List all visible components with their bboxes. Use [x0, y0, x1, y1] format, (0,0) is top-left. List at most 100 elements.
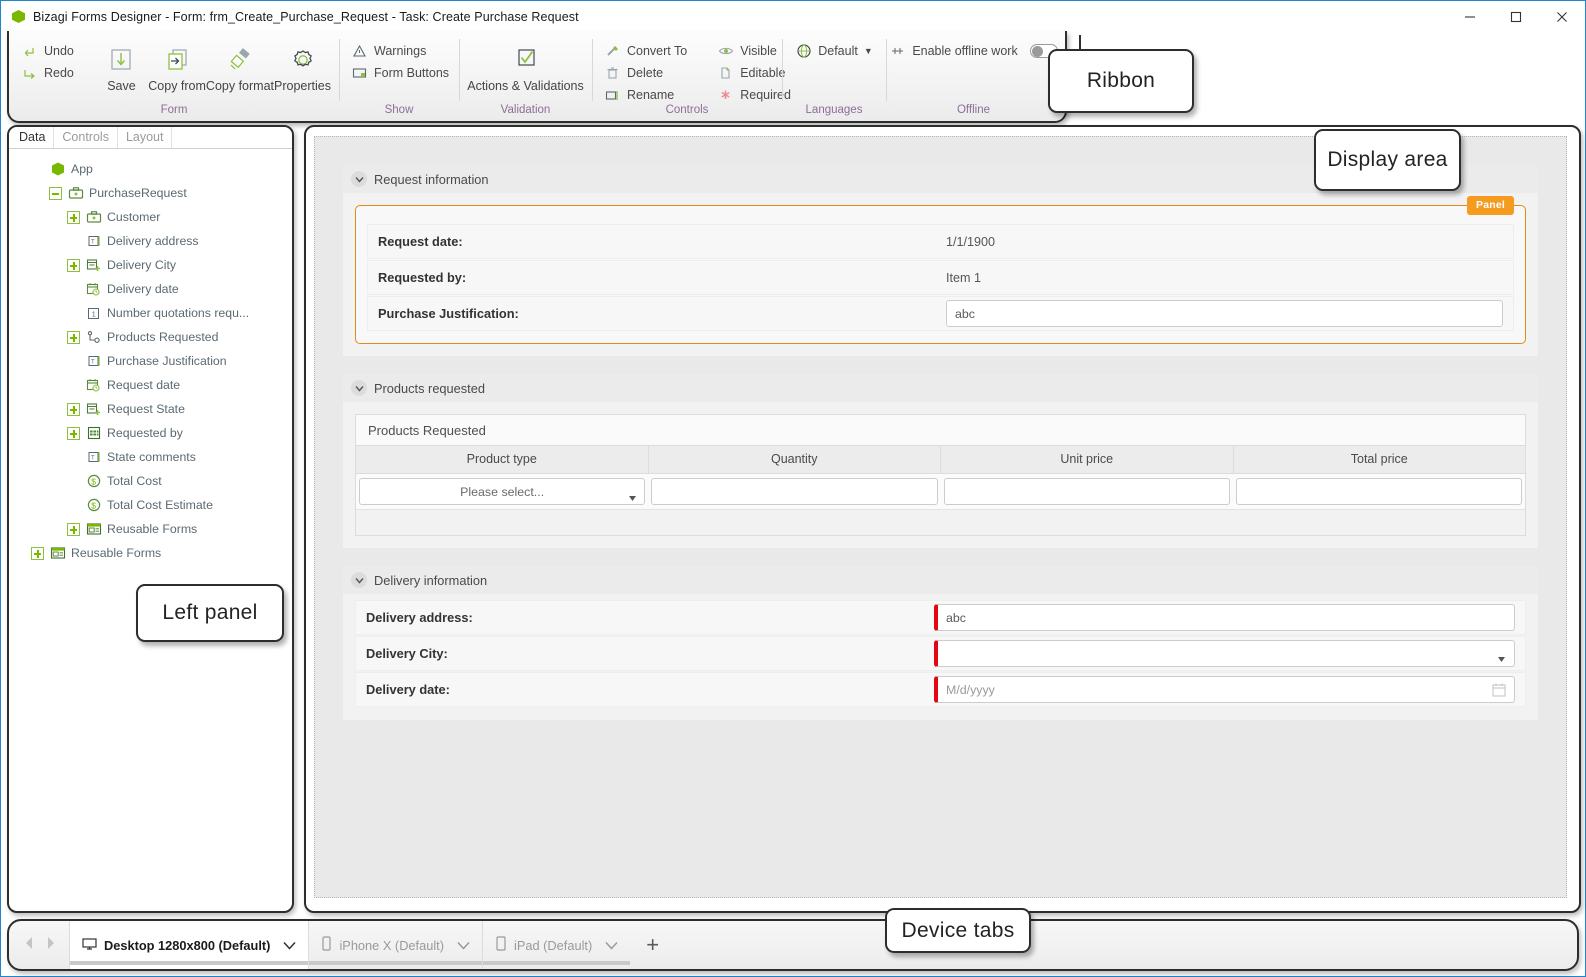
tree-item[interactable]: Reusable Forms	[13, 517, 288, 541]
tree-item[interactable]: Products Requested	[13, 325, 288, 349]
enable-offline-work-toggle[interactable]: Enable offline work	[889, 43, 1058, 59]
field-label: Delivery date:	[366, 682, 450, 697]
close-icon[interactable]	[1539, 2, 1585, 32]
copy-from-label: Copy from	[148, 79, 206, 93]
maximize-icon[interactable]	[1493, 2, 1539, 32]
convert-to-button[interactable]: Convert To	[604, 43, 687, 59]
table-title: Products Requested	[356, 415, 1525, 445]
section-header-delivery-information[interactable]: Delivery information	[343, 566, 1538, 594]
convert-to-icon	[604, 43, 621, 59]
tree-item-label: Requested by	[107, 426, 183, 440]
tree-expand-icon[interactable]	[67, 330, 80, 344]
visible-button[interactable]: Visible	[717, 43, 791, 59]
tree-item[interactable]: Customer	[13, 205, 288, 229]
undo-label: Undo	[44, 44, 74, 58]
rename-label: Rename	[627, 88, 675, 102]
device-tab-ipad[interactable]: iPad (Default)	[482, 921, 631, 969]
field-label: Delivery address:	[366, 610, 473, 625]
tree-expand-icon[interactable]	[67, 402, 80, 416]
tree-item[interactable]: 1 Number quotations requ...	[13, 301, 288, 325]
tree-item[interactable]: Request date	[13, 373, 288, 397]
delivery-date-input[interactable]: M/d/yyyy	[934, 676, 1515, 703]
chevron-down-icon[interactable]	[605, 938, 618, 953]
form-buttons-button[interactable]: Form Buttons	[351, 65, 449, 81]
tree-item[interactable]: $ Total Cost	[13, 469, 288, 493]
tree-item[interactable]: T Purchase Justification	[13, 349, 288, 373]
tree-expand-icon[interactable]	[31, 546, 44, 560]
text-field-icon: T	[85, 233, 102, 249]
actions-validations-label: Actions & Validations	[467, 79, 584, 93]
actions-validations-button[interactable]: Actions & Validations	[467, 39, 584, 93]
tree-expand-icon[interactable]	[67, 426, 80, 440]
chevron-down-icon[interactable]	[283, 938, 296, 953]
purchase-justification-input[interactable]: abc	[946, 300, 1503, 327]
tree-expand-icon[interactable]	[67, 522, 80, 536]
field-row-delivery-address[interactable]: Delivery address: abc	[355, 600, 1526, 635]
tree-item-label: Number quotations requ...	[107, 306, 250, 320]
tree-item[interactable]: PurchaseRequest	[13, 181, 288, 205]
tree-item[interactable]: T Delivery address	[13, 229, 288, 253]
rename-button[interactable]: Rename	[604, 87, 687, 103]
section-delivery-information: Delivery information Delivery address: a…	[343, 566, 1538, 720]
field-row-request-date[interactable]: Request date: 1/1/1900	[367, 224, 1514, 259]
tree-collapse-icon[interactable]	[49, 186, 62, 200]
panel-tag-badge: Panel	[1466, 196, 1514, 215]
delete-button[interactable]: Delete	[604, 65, 687, 81]
tree-expand-icon[interactable]	[67, 210, 80, 224]
tree-item[interactable]: App	[13, 157, 288, 181]
tree-item[interactable]: Request State	[13, 397, 288, 421]
chevron-down-icon[interactable]	[457, 938, 470, 953]
unit-price-input[interactable]	[943, 478, 1230, 505]
tree-item[interactable]: Reusable Forms	[13, 541, 288, 565]
section-title: Request information	[374, 171, 489, 187]
field-row-delivery-city[interactable]: Delivery City:	[355, 636, 1526, 671]
save-button[interactable]: Save	[95, 39, 149, 93]
total-price-input[interactable]	[1235, 478, 1522, 505]
field-row-delivery-date[interactable]: Delivery date: M/d/yyyy	[355, 672, 1526, 707]
device-nav-arrows	[9, 935, 69, 956]
product-type-select[interactable]: Please select...	[359, 478, 646, 505]
copy-from-button[interactable]: Copy from	[148, 39, 206, 93]
tree-item[interactable]: Delivery City	[13, 253, 288, 277]
tab-data[interactable]: Data	[11, 127, 55, 148]
delivery-city-select[interactable]	[934, 640, 1515, 667]
redo-button[interactable]: Redo	[21, 65, 74, 81]
tab-layout[interactable]: Layout	[118, 127, 173, 148]
ribbon-group-show: Warnings Form Buttons Show	[339, 33, 459, 121]
chevron-left-icon[interactable]	[23, 935, 35, 956]
copy-format-button[interactable]: Copy format	[206, 39, 274, 93]
ribbon-group-label-show: Show	[384, 104, 414, 116]
save-icon	[108, 41, 134, 79]
table-footer	[356, 509, 1525, 535]
section-body-delivery-information: Delivery address: abc Delivery City: Del…	[343, 594, 1538, 720]
field-row-requested-by[interactable]: Requested by: Item 1	[367, 260, 1514, 295]
panel-container[interactable]: Panel Request date: 1/1/1900 Requested b…	[355, 196, 1526, 344]
calendar-icon[interactable]	[1492, 682, 1506, 700]
tab-controls[interactable]: Controls	[54, 127, 118, 148]
add-device-tab-button[interactable]: +	[630, 934, 675, 956]
required-button[interactable]: Required	[717, 87, 791, 103]
tree-item[interactable]: Delivery date	[13, 277, 288, 301]
editable-button[interactable]: Editable	[717, 65, 791, 81]
undo-button[interactable]: Undo	[21, 43, 74, 59]
warning-triangle-icon	[351, 43, 368, 59]
cell-unit-price	[941, 478, 1233, 505]
field-row-purchase-justification[interactable]: Purchase Justification: abc	[367, 296, 1514, 331]
tree-expand-icon[interactable]	[67, 258, 80, 272]
section-header-products-requested[interactable]: Products requested	[343, 374, 1538, 402]
device-tab-desktop[interactable]: Desktop 1280x800 (Default)	[69, 921, 309, 969]
tree-item[interactable]: T State comments	[13, 445, 288, 469]
device-tab-iphone[interactable]: iPhone X (Default)	[308, 921, 482, 969]
warnings-button[interactable]: Warnings	[351, 43, 449, 59]
tree-item[interactable]: Requested by	[13, 421, 288, 445]
tree-item[interactable]: $ Total Cost Estimate	[13, 493, 288, 517]
bizagi-hex-logo	[12, 10, 26, 24]
language-default-dropdown[interactable]: Default ▼	[795, 43, 873, 59]
entity-briefcase-icon	[67, 185, 84, 201]
properties-button[interactable]: Properties	[274, 39, 331, 93]
tree-item-label: App	[71, 162, 93, 176]
delivery-address-input[interactable]: abc	[934, 604, 1515, 631]
minimize-icon[interactable]	[1447, 2, 1493, 32]
quantity-input[interactable]	[651, 478, 938, 505]
chevron-right-icon[interactable]	[45, 935, 57, 956]
